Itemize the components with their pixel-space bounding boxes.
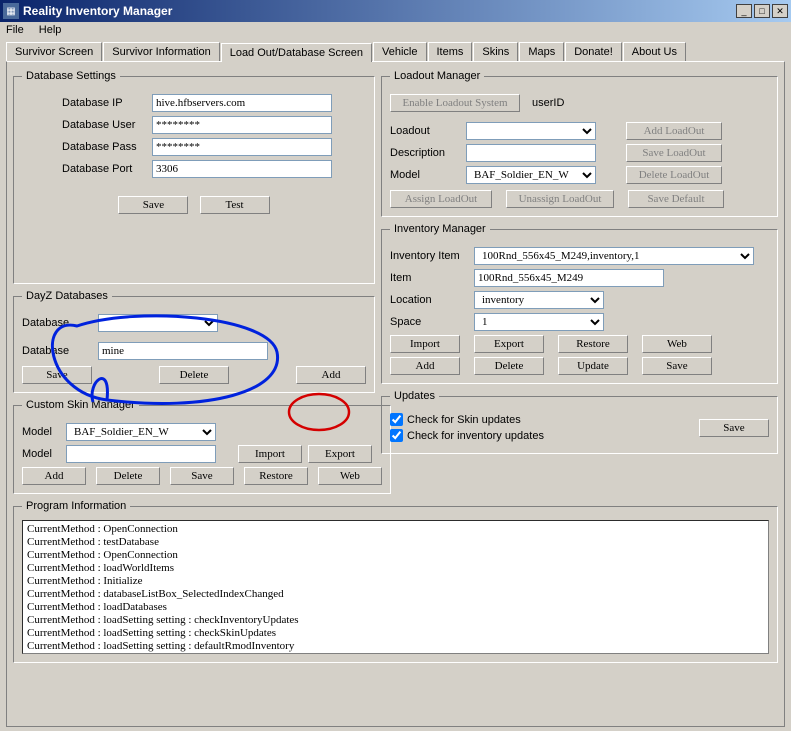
button-inv-web[interactable]: Web [642, 335, 712, 353]
legend-loadout: Loadout Manager [390, 70, 484, 82]
button-skin-web[interactable]: Web [318, 467, 382, 485]
button-db-save[interactable]: Save [118, 196, 188, 214]
group-inventory-manager: Inventory Manager Inventory Item 100Rnd_… [381, 223, 778, 384]
tab-maps[interactable]: Maps [519, 42, 564, 61]
button-db-test[interactable]: Test [200, 196, 270, 214]
button-skin-delete[interactable]: Delete [96, 467, 160, 485]
tab-items[interactable]: Items [428, 42, 473, 61]
button-add-loadout[interactable]: Add LoadOut [626, 122, 722, 140]
select-loadout-model[interactable]: BAF_Soldier_EN_W [466, 166, 596, 184]
label-db-user: Database User [62, 119, 152, 131]
label-skin-model-sel: Model [22, 426, 66, 438]
input-db-ip[interactable] [152, 94, 332, 112]
select-inv-item[interactable]: 100Rnd_556x45_M249,inventory,1 [474, 247, 754, 265]
tab-about[interactable]: About Us [623, 42, 686, 61]
menu-file[interactable]: File [6, 24, 24, 36]
button-save-default[interactable]: Save Default [628, 190, 724, 208]
button-skin-add[interactable]: Add [22, 467, 86, 485]
select-dayz-db[interactable] [98, 314, 218, 332]
log-output[interactable]: CurrentMethod : OpenConnection CurrentMe… [22, 520, 769, 654]
group-skin-manager: Custom Skin Manager Model BAF_Soldier_EN… [13, 399, 391, 494]
button-assign-loadout[interactable]: Assign LoadOut [390, 190, 492, 208]
checkbox-inv-updates[interactable] [390, 429, 403, 442]
label-dayz-db-sel: Database [22, 317, 98, 329]
input-loadout-desc[interactable] [466, 144, 596, 162]
button-inv-export[interactable]: Export [474, 335, 544, 353]
group-database-settings: Database Settings Database IP Database U… [13, 70, 375, 284]
label-skin-model-txt: Model [22, 448, 66, 460]
legend-log: Program Information [22, 500, 130, 512]
legend-inv: Inventory Manager [390, 223, 490, 235]
select-inv-loc[interactable]: inventory [474, 291, 604, 309]
window-title: Reality Inventory Manager [23, 4, 734, 18]
button-dayz-delete[interactable]: Delete [159, 366, 229, 384]
group-dayz-databases: DayZ Databases Database Database Save De… [13, 290, 375, 393]
legend-updates: Updates [390, 390, 439, 402]
tab-survivor-screen[interactable]: Survivor Screen [6, 42, 102, 61]
maximize-button[interactable]: □ [754, 4, 770, 18]
label-inv-loc: Location [390, 294, 474, 306]
label-loadout: Loadout [390, 125, 466, 137]
label-inv-updates: Check for inventory updates [407, 430, 544, 442]
input-db-pass[interactable] [152, 138, 332, 156]
label-inv-item: Inventory Item [390, 250, 474, 262]
tab-loadout-db[interactable]: Load Out/Database Screen [221, 43, 372, 62]
tab-vehicle[interactable]: Vehicle [373, 42, 426, 61]
label-db-pass: Database Pass [62, 141, 152, 153]
button-inv-update[interactable]: Update [558, 357, 628, 375]
button-skin-export[interactable]: Export [308, 445, 372, 463]
button-delete-loadout[interactable]: Delete LoadOut [626, 166, 722, 184]
button-updates-save[interactable]: Save [699, 419, 769, 437]
button-unassign-loadout[interactable]: Unassign LoadOut [506, 190, 614, 208]
minimize-button[interactable]: _ [736, 4, 752, 18]
checkbox-skin-updates[interactable] [390, 413, 403, 426]
input-inv-item[interactable] [474, 269, 664, 287]
button-dayz-add[interactable]: Add [296, 366, 366, 384]
title-bar: ▦ Reality Inventory Manager _ □ ✕ [0, 0, 791, 22]
close-button[interactable]: ✕ [772, 4, 788, 18]
button-skin-restore[interactable]: Restore [244, 467, 308, 485]
app-icon: ▦ [3, 3, 19, 19]
label-userid: userID [532, 97, 564, 109]
select-skin-model[interactable]: BAF_Soldier_EN_W [66, 423, 216, 441]
label-inv-item2: Item [390, 272, 474, 284]
group-updates: Updates Check for Skin updates Check for… [381, 390, 778, 454]
button-dayz-save[interactable]: Save [22, 366, 92, 384]
legend-skin: Custom Skin Manager [22, 399, 139, 411]
button-inv-restore[interactable]: Restore [558, 335, 628, 353]
button-inv-delete[interactable]: Delete [474, 357, 544, 375]
label-db-ip: Database IP [62, 97, 152, 109]
label-loadout-model: Model [390, 169, 466, 181]
select-loadout[interactable] [466, 122, 596, 140]
tab-donate[interactable]: Donate! [565, 42, 622, 61]
select-inv-space[interactable]: 1 [474, 313, 604, 331]
input-db-port[interactable] [152, 160, 332, 178]
label-dayz-db-txt: Database [22, 345, 98, 357]
legend-dayz: DayZ Databases [22, 290, 112, 302]
label-db-port: Database Port [62, 163, 152, 175]
group-program-info: Program Information CurrentMethod : Open… [13, 500, 778, 663]
label-inv-space: Space [390, 316, 474, 328]
input-skin-model[interactable] [66, 445, 216, 463]
legend-db: Database Settings [22, 70, 120, 82]
tab-skins[interactable]: Skins [473, 42, 518, 61]
button-inv-import[interactable]: Import [390, 335, 460, 353]
tab-content: Database Settings Database IP Database U… [6, 61, 785, 727]
label-skin-updates: Check for Skin updates [407, 414, 521, 426]
tab-survivor-info[interactable]: Survivor Information [103, 42, 219, 61]
menu-bar: File Help [0, 22, 791, 38]
button-enable-loadout[interactable]: Enable Loadout System [390, 94, 520, 112]
label-loadout-desc: Description [390, 147, 466, 159]
button-inv-add[interactable]: Add [390, 357, 460, 375]
menu-help[interactable]: Help [39, 24, 62, 36]
group-loadout-manager: Loadout Manager Enable Loadout System us… [381, 70, 778, 217]
button-save-loadout[interactable]: Save LoadOut [626, 144, 722, 162]
button-skin-import[interactable]: Import [238, 445, 302, 463]
button-skin-save[interactable]: Save [170, 467, 234, 485]
input-db-user[interactable] [152, 116, 332, 134]
input-dayz-db[interactable] [98, 342, 268, 360]
tab-strip: Survivor Screen Survivor Information Loa… [0, 38, 791, 61]
button-inv-save[interactable]: Save [642, 357, 712, 375]
